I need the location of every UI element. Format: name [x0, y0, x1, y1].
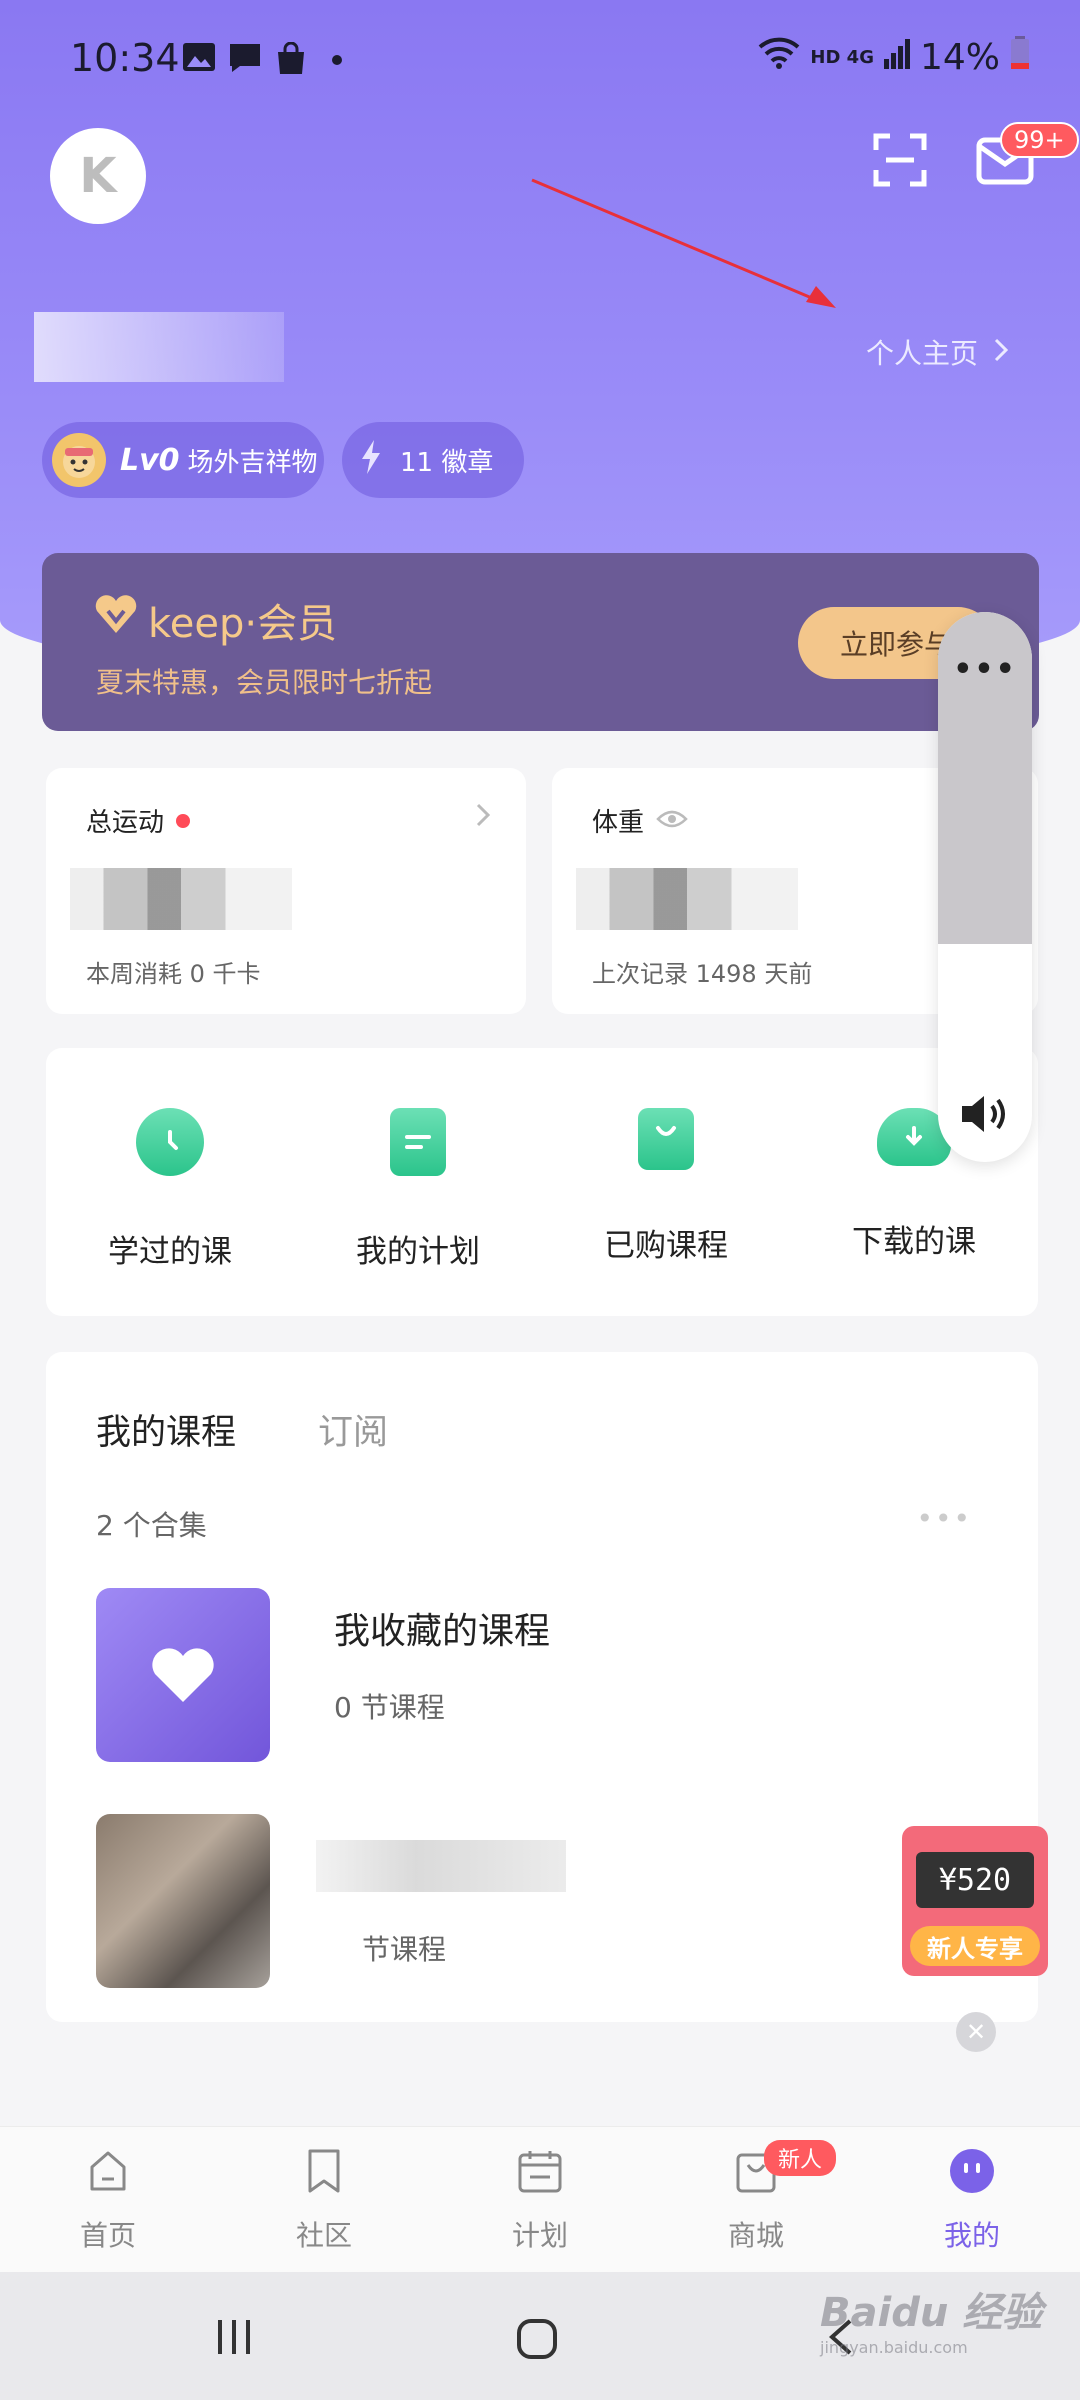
- collection-sub: 节课程: [362, 1933, 447, 1966]
- homepage-label: 个人主页: [865, 337, 978, 370]
- watermark-brand: Baidu 经验: [820, 2290, 1043, 2336]
- tab-subscriptions[interactable]: 订阅: [318, 1404, 388, 1455]
- tab-label: 计划: [511, 2219, 568, 2252]
- baidu-watermark: Baidu 经验 jingyan.baidu.com: [820, 2280, 1042, 2357]
- notification-badge: 99+: [1000, 122, 1079, 158]
- close-icon[interactable]: ✕: [956, 2012, 996, 2052]
- gift-tag: 新人专享: [910, 1926, 1040, 1966]
- weight-value-blurred: [576, 868, 798, 930]
- tab-plan[interactable]: 计划: [480, 2147, 600, 2254]
- tab-community[interactable]: 社区: [264, 2147, 384, 2254]
- quick-my-plan[interactable]: 我的计划: [294, 1108, 542, 1271]
- mascot-icon: [52, 433, 106, 487]
- quick-entries: 学过的课 我的计划 已购课程 下载的课: [46, 1048, 1038, 1316]
- vip-brand: keep·会员: [148, 601, 338, 647]
- watermark-url: jingyan.baidu.com: [820, 2338, 968, 2357]
- favorites-cover[interactable]: [96, 1588, 270, 1762]
- quick-label: 已购课程: [604, 1228, 728, 1264]
- heart-gem-icon: [94, 595, 138, 645]
- bag-icon: [638, 1108, 694, 1170]
- message-icon: [228, 42, 262, 78]
- more-options-icon[interactable]: •••: [938, 652, 1032, 687]
- newcomer-gift-widget[interactable]: ¥520 新人专享: [902, 1826, 1048, 1976]
- gift-price: ¥520: [916, 1852, 1034, 1908]
- avatar-letter: K: [79, 148, 117, 204]
- status-bar: 10:34 HD 4G 14%: [70, 36, 1030, 92]
- my-courses-card: 我的课程 订阅 2 个合集 ••• 我收藏的课程 0 节课程 节课程: [46, 1352, 1038, 2022]
- status-time: 10:34: [70, 36, 180, 80]
- bookmark-icon: [308, 2149, 340, 2193]
- quick-label: 我的计划: [356, 1234, 480, 1270]
- total-exercise-card[interactable]: 总运动 本周消耗 0 千卡: [46, 768, 526, 1014]
- home-button-icon[interactable]: [516, 2318, 558, 2364]
- exercise-value-blurred: [70, 868, 292, 930]
- eye-icon[interactable]: [656, 806, 688, 836]
- chevron-right-icon: [476, 800, 491, 835]
- notebook-icon: [390, 1108, 446, 1176]
- signal-icon: [883, 37, 910, 78]
- volume-panel[interactable]: •••: [938, 612, 1032, 1162]
- me-face-icon: [950, 2149, 994, 2193]
- collection-count: 2 个合集: [96, 1509, 207, 1542]
- heart-icon: [152, 1648, 214, 1702]
- total-exercise-title: 总运动: [86, 808, 165, 838]
- quick-learned-courses[interactable]: 学过的课: [46, 1108, 294, 1271]
- username-blurred: [34, 312, 284, 382]
- tab-label: 首页: [79, 2219, 136, 2252]
- vip-promo-text: 夏末特惠，会员限时七折起: [96, 666, 433, 699]
- chevron-right-icon: [994, 336, 1009, 369]
- vip-banner[interactable]: keep·会员 夏末特惠，会员限时七折起 立即参与: [42, 553, 1039, 731]
- quick-label: 学过的课: [108, 1234, 232, 1270]
- battery-icon: [1010, 36, 1030, 79]
- tab-me[interactable]: 我的: [912, 2147, 1032, 2254]
- home-icon: [90, 2151, 126, 2191]
- battery-text: 14%: [919, 37, 1000, 78]
- collection-sub: 0 节课程: [334, 1691, 445, 1724]
- calendar-icon: [518, 2151, 562, 2193]
- tab-my-courses[interactable]: 我的课程: [96, 1404, 236, 1455]
- recent-apps-icon[interactable]: [214, 2318, 254, 2360]
- weight-title: 体重: [592, 808, 645, 838]
- network-label: HD 4G: [810, 47, 874, 68]
- quick-purchased-courses[interactable]: 已购课程: [542, 1108, 790, 1265]
- personal-homepage-link[interactable]: 个人主页: [865, 332, 1009, 372]
- avatar[interactable]: K: [50, 128, 146, 224]
- collection-cover-blurred[interactable]: [96, 1814, 270, 1988]
- lightning-icon: [360, 439, 382, 481]
- level-title: 场外吉祥物: [187, 447, 318, 478]
- shopping-bag-icon: [274, 41, 308, 80]
- badges-chip[interactable]: 11 徽章: [342, 422, 524, 498]
- bottom-tab-bar: 首页 社区 计划 商城 我的: [0, 2126, 1080, 2272]
- level-chip[interactable]: Lv0 场外吉祥物: [42, 422, 324, 498]
- collection-title[interactable]: 我收藏的课程: [334, 1602, 550, 1654]
- clock-icon: [136, 1108, 204, 1176]
- new-user-badge: 新人: [764, 2140, 837, 2176]
- collection-title-blurred: [316, 1840, 566, 1892]
- wifi-icon: [758, 37, 800, 78]
- more-icon[interactable]: •••: [916, 1502, 972, 1535]
- tab-label: 商城: [727, 2219, 784, 2252]
- weekly-calories: 本周消耗 0 千卡: [86, 960, 261, 988]
- badges-count: 11 徽章: [400, 447, 494, 478]
- level-value: Lv0: [120, 442, 180, 478]
- scan-icon[interactable]: [872, 132, 928, 188]
- speaker-icon[interactable]: [960, 1092, 1012, 1140]
- unread-dot: [176, 813, 191, 828]
- image-icon: [182, 42, 216, 76]
- last-weight-record: 上次记录 1498 天前: [592, 960, 813, 988]
- quick-label: 下载的课: [852, 1224, 976, 1260]
- tab-label: 我的: [943, 2219, 1000, 2252]
- tab-label: 社区: [295, 2219, 352, 2252]
- dot-icon: [332, 50, 342, 69]
- tab-home[interactable]: 首页: [48, 2147, 168, 2254]
